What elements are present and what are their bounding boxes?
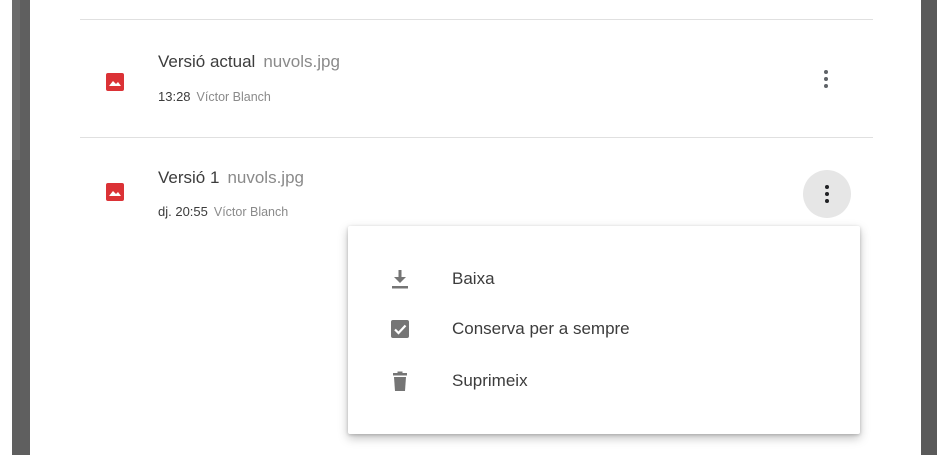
more-options-button[interactable] (802, 55, 850, 103)
image-file-icon (106, 183, 124, 201)
more-vert-icon (824, 70, 828, 88)
backdrop-left-notch (12, 0, 20, 160)
version-author: Víctor Blanch (213, 205, 289, 219)
version-label: Versió actual (158, 52, 256, 71)
more-vert-icon (825, 185, 829, 203)
version-meta: dj. 20:55 Víctor Blanch (158, 204, 288, 219)
version-time: dj. 20:55 (158, 204, 208, 219)
version-context-menu: Baixa Conserva per a sempre Suprimeix (348, 226, 860, 434)
menu-item-label: Suprimeix (452, 371, 528, 390)
version-title: Versió 1 nuvols.jpg (158, 168, 304, 188)
backdrop-left-margin (0, 0, 12, 455)
version-label: Versió 1 (158, 168, 220, 187)
divider (80, 137, 873, 138)
backdrop-right-edge (921, 0, 937, 455)
version-filename: nuvols.jpg (227, 168, 304, 187)
version-filename: nuvols.jpg (263, 52, 340, 71)
more-options-button[interactable] (803, 170, 851, 218)
version-author: Víctor Blanch (196, 90, 271, 104)
version-history-view: Versió actual nuvols.jpg 13:28 Víctor Blan… (0, 0, 937, 455)
trash-icon (388, 369, 412, 393)
version-meta: 13:28 Víctor Blanch (158, 89, 271, 104)
version-time: 13:28 (158, 89, 191, 104)
menu-item-delete[interactable]: Suprimeix (348, 356, 860, 406)
menu-item-keep-forever[interactable]: Conserva per a sempre (348, 304, 860, 354)
version-title: Versió actual nuvols.jpg (158, 52, 340, 72)
menu-item-download[interactable]: Baixa (348, 254, 860, 304)
menu-item-label: Conserva per a sempre (452, 319, 630, 338)
download-icon (388, 267, 412, 291)
divider (80, 19, 873, 20)
checkbox-checked-icon (388, 317, 412, 341)
menu-item-label: Baixa (452, 269, 495, 288)
image-file-icon (106, 73, 124, 91)
